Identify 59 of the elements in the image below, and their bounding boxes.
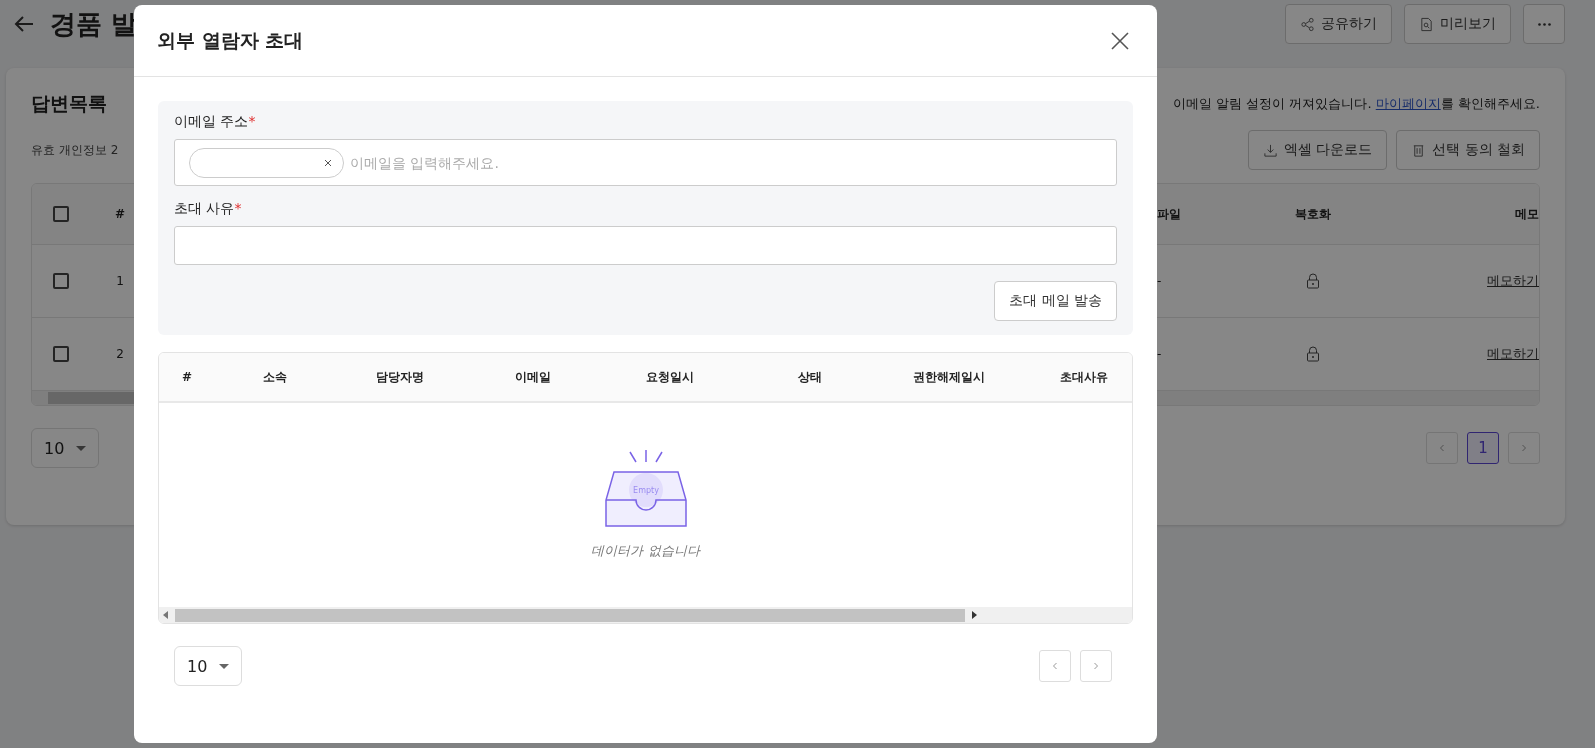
column-header: 소속 [262, 368, 288, 386]
empty-message: 데이터가 없습니다 [591, 542, 700, 560]
share-icon [1300, 16, 1315, 32]
reason-input-field[interactable] [174, 226, 1117, 265]
memo-link[interactable]: 메모하기 [1487, 272, 1539, 290]
email-text-input[interactable]: 이메일을 입력해주세요. [348, 153, 1102, 172]
table-cell-text: - [1157, 273, 1163, 290]
scroll-right-icon[interactable] [971, 611, 977, 619]
document-search-icon [1419, 16, 1434, 32]
checkbox[interactable] [53, 346, 69, 362]
section-title: 답변목록 [31, 91, 107, 116]
field-label: 초대 사유 [174, 200, 235, 216]
toolbar-button[interactable]: 엑셀 다운로드 [1247, 130, 1388, 170]
action-button[interactable]: 공유하기 [1285, 4, 1392, 44]
column-header: 파일 [1157, 205, 1182, 223]
table-cell-text: - [1157, 346, 1163, 363]
email-input-field[interactable]: 이메일을 입력해주세요. [174, 139, 1117, 186]
column-header: 요청일시 [644, 368, 695, 386]
column-header: 담당자명 [375, 368, 425, 386]
more-icon [1537, 22, 1551, 26]
scroll-left-icon[interactable] [163, 611, 169, 619]
send-invite-button[interactable]: 초대 메일 발송 [994, 281, 1117, 321]
horizontal-scrollbar[interactable] [159, 607, 1132, 623]
column-header: 이메일 [513, 368, 552, 386]
chevron-right-icon [1091, 661, 1101, 671]
count-text: 유효 개인정보 2 [31, 141, 119, 159]
chevron-left-icon [1437, 443, 1447, 453]
column-header: 복호화 [1294, 205, 1332, 223]
checkbox[interactable] [53, 206, 69, 222]
table-cell-text: 2 [115, 346, 125, 363]
page-size-select[interactable]: 10 [174, 646, 242, 686]
empty-box-drawing: Empty [603, 450, 688, 530]
required-mark: * [248, 113, 256, 129]
field-label: 이메일 주소 [174, 113, 249, 129]
toolbar-button[interactable]: 선택 동의 철회 [1396, 130, 1540, 170]
chevron-left-icon [1050, 661, 1060, 671]
checkbox[interactable] [53, 273, 69, 289]
dialog-title: 외부 열람자 초대 [157, 27, 304, 53]
page-size-select[interactable]: 10 [31, 428, 99, 468]
page-title: 경품 발 [50, 7, 138, 41]
close-icon[interactable] [1110, 30, 1130, 51]
notice-text: 이메일 알림 설정이 꺼져있습니다. 마이페이지 를 확인해주세요. [1173, 95, 1540, 113]
lock-icon[interactable] [1306, 346, 1320, 362]
action-button[interactable]: 미리보기 [1404, 4, 1511, 44]
column-header: # [113, 206, 127, 223]
column-header: 메모 [1514, 205, 1539, 223]
page-button[interactable]: 1 [1467, 432, 1499, 464]
remove-icon[interactable] [323, 157, 333, 168]
table-cell-text: 1 [115, 273, 125, 290]
column-header: 상태 [796, 368, 823, 386]
mypage-link[interactable]: 마이페이지 [1375, 96, 1441, 111]
column-header: 권한해제일시 [911, 368, 986, 386]
lock-icon[interactable] [1306, 273, 1320, 289]
download-icon [1262, 142, 1278, 158]
memo-link[interactable]: 메모하기 [1487, 345, 1539, 363]
column-header: # [180, 369, 194, 386]
chevron-right-icon [1519, 443, 1529, 453]
column-header: 초대사유 [1059, 368, 1109, 386]
required-mark: * [234, 200, 242, 216]
